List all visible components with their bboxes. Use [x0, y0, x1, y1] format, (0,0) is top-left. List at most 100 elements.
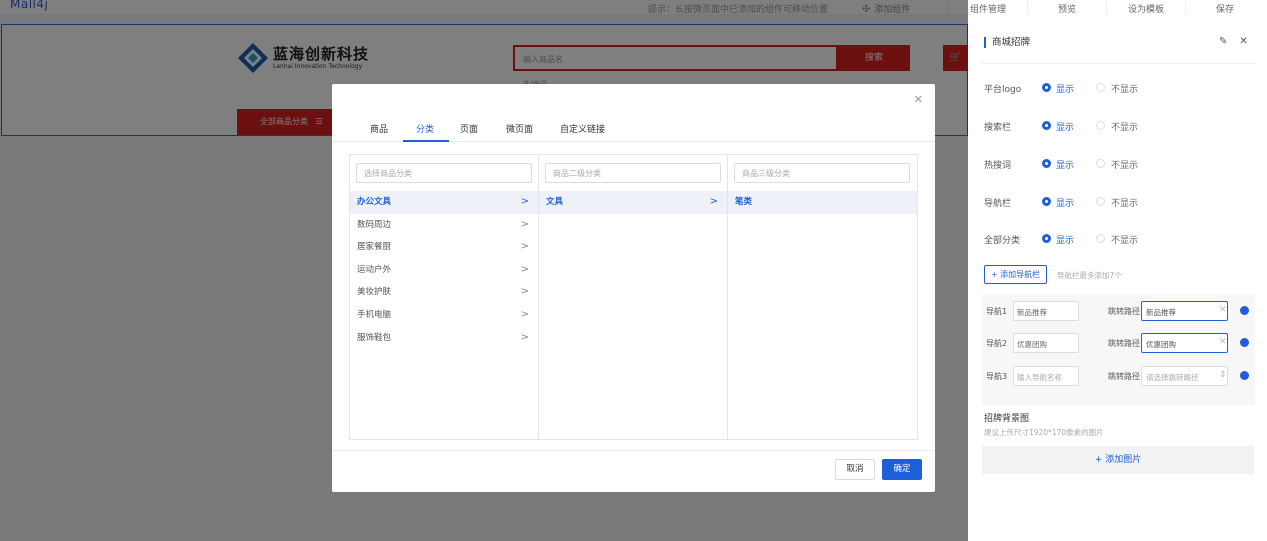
option-row-all-categories: 全部分类 显示 不显示 [984, 233, 1254, 247]
category-level3-placeholder: 商品三级分类 [742, 169, 790, 178]
category-item-label: 服饰鞋包 [357, 332, 392, 343]
category-item[interactable]: 数码周边 > [350, 214, 538, 237]
category-level3-search[interactable]: 商品三级分类 [734, 163, 910, 183]
add-nav-button[interactable]: + 添加导航栏 [984, 265, 1047, 284]
chevron-right-icon: > [520, 286, 529, 298]
nav-name-input[interactable]: 输入导航名称 [1013, 366, 1079, 386]
add-image-button[interactable]: + 添加图片 [982, 446, 1254, 474]
remove-nav-icon[interactable] [1240, 371, 1249, 380]
remove-nav-icon[interactable] [1240, 338, 1249, 347]
category-item[interactable]: 手机电脑 > [350, 304, 538, 327]
category-item-label: 办公文具 [357, 197, 392, 207]
active-tab-indicator [403, 140, 449, 142]
path-select[interactable]: 优惠团购 [1141, 333, 1228, 353]
category-level3-list: 笔类 [728, 191, 917, 214]
chevron-right-icon: > [520, 263, 529, 275]
path-label: 跳转路径 [1108, 372, 1140, 381]
category-level2-panel: 商品二级分类 文具 > [539, 155, 728, 439]
tab-category[interactable]: 分类 [416, 122, 434, 135]
category-item[interactable]: 运动户外 > [350, 259, 538, 282]
radio-hide-label: 不显示 [1111, 161, 1139, 171]
option-label: 导航栏 [984, 199, 1012, 209]
category-item[interactable]: 服饰鞋包 > [350, 327, 538, 350]
radio-hide[interactable] [1096, 234, 1105, 243]
tab-custom-link[interactable]: 自定义链接 [560, 122, 605, 135]
category-item[interactable]: 居家餐厨 > [350, 236, 538, 259]
nav-name-input[interactable]: 新品推荐 [1013, 301, 1079, 321]
category-level1-search[interactable]: 选择商品分类 [356, 163, 532, 183]
settings-sidebar: 商城招牌 ✎ ✕ 平台logo 显示 不显示 搜索栏 显示 不显示 热搜词 显示 … [968, 14, 1267, 541]
path-select[interactable]: 新品推荐 [1141, 301, 1228, 321]
add-nav-hint: 导航栏最多添加7个 [1057, 271, 1122, 280]
tab-page[interactable]: 页面 [460, 122, 478, 135]
radio-hide-label: 不显示 [1111, 123, 1139, 133]
nav-row: 导航3 输入导航名称 跳转路径 请选择跳转路径 ⇕ [986, 366, 1251, 386]
sidebar-title: 商城招牌 [984, 37, 1030, 48]
radio-show-label: 显示 [1056, 236, 1075, 246]
dialog-footer: 取消 确定 [332, 450, 935, 492]
radio-show[interactable] [1042, 83, 1051, 92]
nav-list: 导航1 新品推荐 跳转路径 新品推荐 ✕ 导航2 优惠团购 跳转路径 优惠团购 … [982, 294, 1255, 405]
nav-name-input[interactable]: 优惠团购 [1013, 333, 1079, 353]
category-item-label: 美妆护肤 [357, 287, 392, 298]
radio-show[interactable] [1042, 197, 1051, 206]
category-item-label: 数码周边 [357, 219, 392, 230]
option-label: 全部分类 [984, 236, 1021, 246]
radio-hide[interactable] [1096, 121, 1105, 130]
category-item[interactable]: 办公文具 > [350, 191, 538, 214]
category-item[interactable]: 笔类 [728, 191, 917, 214]
confirm-button[interactable]: 确定 [882, 459, 922, 480]
background-title: 招牌背景图 [984, 414, 1030, 424]
edit-icon[interactable]: ✎ [1219, 36, 1227, 47]
dialog-tabs: 商品 分类 页面 微页面 自定义链接 [332, 114, 935, 142]
category-level3-panel: 商品三级分类 笔类 [728, 155, 917, 439]
chevron-right-icon: > [520, 241, 529, 253]
chevron-right-icon: > [520, 218, 529, 230]
sidebar-actions: ✎ ✕ [1219, 36, 1260, 47]
divider [982, 63, 1255, 64]
set-template-button[interactable]: 设为模板 [1106, 0, 1185, 15]
option-row-search: 搜索栏 显示 不显示 [984, 120, 1254, 134]
radio-show[interactable] [1042, 159, 1051, 168]
chevron-right-icon: > [520, 331, 529, 343]
chevron-right-icon: > [520, 196, 529, 207]
clear-icon[interactable]: ✕ [1219, 337, 1227, 347]
path-select[interactable]: 请选择跳转路径 [1141, 366, 1228, 386]
chevron-updown-icon[interactable]: ⇕ [1219, 370, 1227, 380]
link-select-dialog: ✕ 商品 分类 页面 微页面 自定义链接 选择商品分类 办公文具 > 数码周边 > … [332, 84, 935, 492]
category-item[interactable]: 文具 > [539, 191, 727, 214]
radio-hide[interactable] [1096, 197, 1105, 206]
preview-button[interactable]: 预览 [1027, 0, 1106, 15]
radio-show-label: 显示 [1056, 123, 1075, 133]
category-item[interactable]: 美妆护肤 > [350, 281, 538, 304]
radio-hide[interactable] [1096, 159, 1105, 168]
tab-goods[interactable]: 商品 [370, 122, 388, 135]
option-label: 平台logo [984, 85, 1022, 95]
option-label: 搜索栏 [984, 123, 1012, 133]
option-row-nav: 导航栏 显示 不显示 [984, 196, 1254, 210]
category-item-label: 居家餐厨 [357, 242, 392, 253]
radio-hide-label: 不显示 [1111, 199, 1139, 209]
tab-micro-page[interactable]: 微页面 [506, 122, 533, 135]
save-button[interactable]: 保存 [1185, 0, 1264, 15]
radio-show-label: 显示 [1056, 85, 1075, 95]
close-icon[interactable]: ✕ [1239, 36, 1247, 47]
radio-hide[interactable] [1096, 83, 1105, 92]
radio-show[interactable] [1042, 234, 1051, 243]
category-level1-placeholder: 选择商品分类 [364, 169, 412, 178]
chevron-right-icon: > [520, 308, 529, 320]
nav-label: 导航1 [986, 307, 1008, 316]
option-row-hot-words: 热搜词 显示 不显示 [984, 158, 1254, 172]
remove-nav-icon[interactable] [1240, 306, 1249, 315]
radio-show[interactable] [1042, 121, 1051, 130]
nav-row: 导航1 新品推荐 跳转路径 新品推荐 ✕ [986, 301, 1251, 321]
cancel-button[interactable]: 取消 [835, 459, 875, 480]
background-hint: 建议上传尺寸1920*170像素的图片 [984, 428, 1104, 437]
radio-show-label: 显示 [1056, 199, 1075, 209]
category-item-label: 笔类 [735, 197, 753, 207]
category-level2-search[interactable]: 商品二级分类 [545, 163, 721, 183]
category-item-label: 手机电脑 [357, 309, 392, 320]
clear-icon[interactable]: ✕ [1219, 305, 1227, 315]
nav-label: 导航2 [986, 339, 1008, 348]
close-icon[interactable]: ✕ [914, 93, 923, 106]
